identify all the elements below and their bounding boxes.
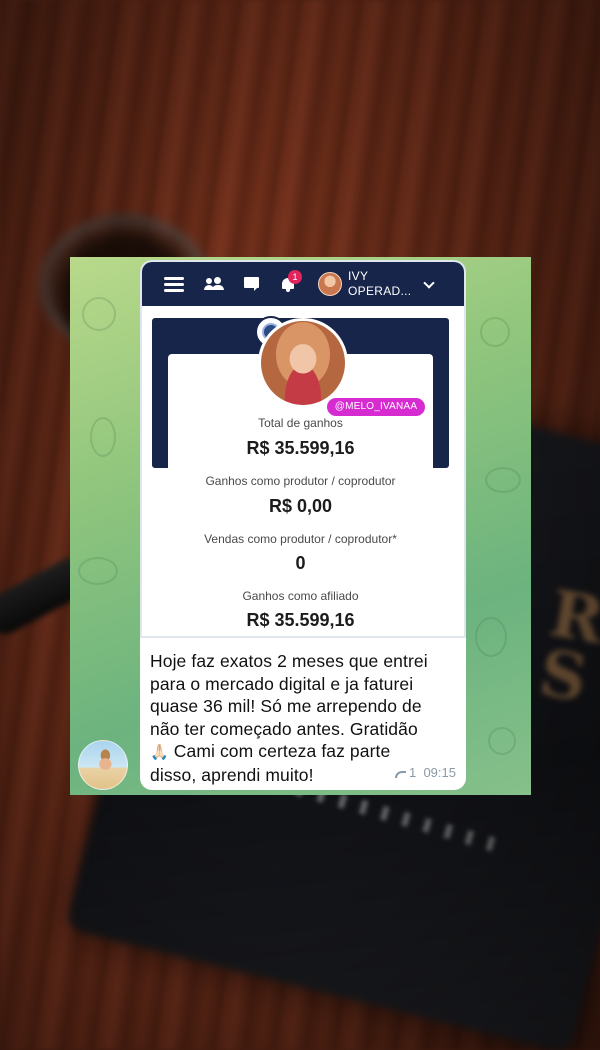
stat-value: 0 (295, 553, 306, 573)
notification-badge: 1 (288, 270, 302, 284)
message-line: quase 36 mil! Só me arrependo de (150, 696, 422, 716)
dashboard-navbar: 1 IVY OPERAD... (142, 262, 464, 306)
reply-icon[interactable] (394, 771, 406, 778)
menu-icon (164, 275, 186, 293)
message-time: 09:15 (423, 765, 456, 780)
stat-value: R$ 35.599,16 (246, 438, 355, 458)
chat-window: 1 IVY OPERAD... Total de ganhos R$ 35.59… (70, 257, 531, 795)
wallpaper-doodle (480, 317, 510, 347)
wallpaper-doodle (78, 557, 118, 585)
message-line-text: Cami com certeza faz parte (168, 741, 391, 761)
wallpaper-doodle (488, 727, 516, 755)
message-meta: 1 09:15 (394, 765, 456, 780)
profile-handle: @MELO_IVANAA (327, 398, 425, 416)
message-line: não ter começado antes. Gratidão (150, 718, 418, 739)
chat-icon (243, 275, 265, 293)
stat-label: Ganhos como produtor / coprodutor (205, 474, 396, 488)
wallpaper-doodle (82, 297, 116, 331)
chevron-down-icon (423, 277, 435, 289)
wallpaper-doodle (485, 467, 521, 493)
profile-photo (258, 318, 348, 408)
stat-label: Vendas como produtor / coprodutor* (204, 532, 397, 546)
wallpaper-doodle (475, 617, 507, 657)
message-bubble[interactable]: Hoje faz exatos 2 meses que entrei para … (140, 638, 466, 790)
users-icon (204, 275, 226, 293)
message-line: 🙏🏻 Cami com certeza faz parte (150, 740, 456, 764)
user-name: IVY OPERAD... (348, 269, 412, 298)
stat-label: Ganhos como afiliado (242, 589, 359, 603)
stat-value: R$ 0,00 (268, 496, 333, 516)
message-line: para o mercado digital e ja faturei (150, 673, 414, 694)
shared-screenshot[interactable]: 1 IVY OPERAD... Total de ganhos R$ 35.59… (140, 260, 466, 638)
sender-avatar[interactable] (78, 740, 128, 790)
wallpaper-doodle (90, 417, 116, 457)
stat-label: Total de ganhos (258, 416, 343, 430)
reply-count: 1 (408, 765, 417, 780)
stat-value: R$ 35.599,16 (246, 610, 355, 630)
praying-hands-emoji: 🙏🏻 (150, 743, 169, 761)
user-avatar (318, 272, 342, 296)
message-line: Hoje faz exatos 2 meses que entrei (150, 651, 428, 671)
